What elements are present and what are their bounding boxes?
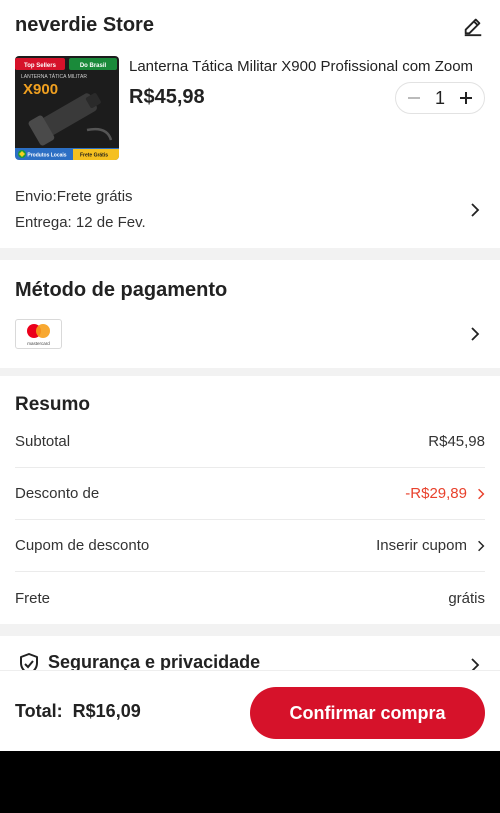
image-footer-left: Produtos Locais — [27, 153, 66, 159]
mastercard-icon: mastercard — [15, 319, 62, 349]
shipping-method: Envio:Frete grátis — [15, 188, 133, 205]
image-footer-right: Frete Grátis — [80, 153, 108, 159]
shipping-row: Frete grátis — [15, 572, 485, 624]
quantity-value: 1 — [434, 87, 445, 108]
coupon-value[interactable]: Inserir cupom — [376, 537, 467, 554]
edit-icon[interactable] — [462, 15, 484, 37]
chevron-right-icon[interactable] — [477, 540, 485, 552]
summary-card: Resumo Subtotal R$45,98 Desconto de -R$2… — [0, 376, 500, 624]
image-caption: LANTERNA TÁTICA MILITAR — [21, 73, 87, 80]
subtotal-label: Subtotal — [15, 433, 71, 450]
product-price: R$45,98 — [129, 86, 205, 108]
discount-value: -R$29,89 — [405, 485, 467, 502]
delivery-date: Entrega: 12 de Fev. — [15, 214, 146, 231]
plus-icon[interactable] — [456, 88, 476, 108]
image-brand: X900 — [23, 81, 58, 98]
subtotal-row: Subtotal R$45,98 — [15, 416, 485, 468]
checkout-screen: neverdie Store Top Sellers Do Brasil LAN… — [0, 0, 500, 751]
image-badge-right: Do Brasil — [80, 63, 107, 69]
image-badge-left: Top Sellers — [24, 63, 57, 69]
discount-label: Desconto de — [15, 485, 100, 502]
shipping-label: Frete — [15, 589, 51, 607]
chevron-right-icon[interactable] — [470, 327, 480, 341]
shipping-value: grátis — [448, 589, 485, 607]
minus-icon[interactable] — [404, 88, 424, 108]
chevron-right-icon[interactable] — [477, 488, 485, 500]
chevron-right-icon[interactable] — [470, 203, 480, 217]
card-brand-label: mastercard — [27, 341, 50, 346]
store-name: neverdie Store — [15, 14, 154, 36]
quantity-stepper: 1 — [395, 82, 485, 114]
confirm-purchase-button[interactable]: Confirmar compra — [250, 687, 485, 739]
checkout-bottom-bar: Total: R$16,09 Confirmar compra — [0, 670, 500, 751]
store-card: neverdie Store Top Sellers Do Brasil LAN… — [0, 0, 500, 248]
product-title[interactable]: Lanterna Tática Militar X900 Profissiona… — [129, 58, 481, 75]
discount-row[interactable]: Desconto de -R$29,89 — [15, 468, 485, 520]
subtotal-value: R$45,98 — [428, 433, 485, 450]
payment-title: Método de pagamento — [15, 279, 228, 301]
payment-method-card[interactable]: Método de pagamento mastercard — [0, 260, 500, 368]
coupon-label: Cupom de desconto — [15, 537, 150, 554]
coupon-row[interactable]: Cupom de desconto Inserir cupom — [15, 520, 485, 572]
product-image[interactable]: Top Sellers Do Brasil LANTERNA TÁTICA MI… — [15, 56, 119, 160]
order-total: Total: R$16,09 — [15, 701, 141, 721]
summary-title: Resumo — [15, 394, 90, 415]
